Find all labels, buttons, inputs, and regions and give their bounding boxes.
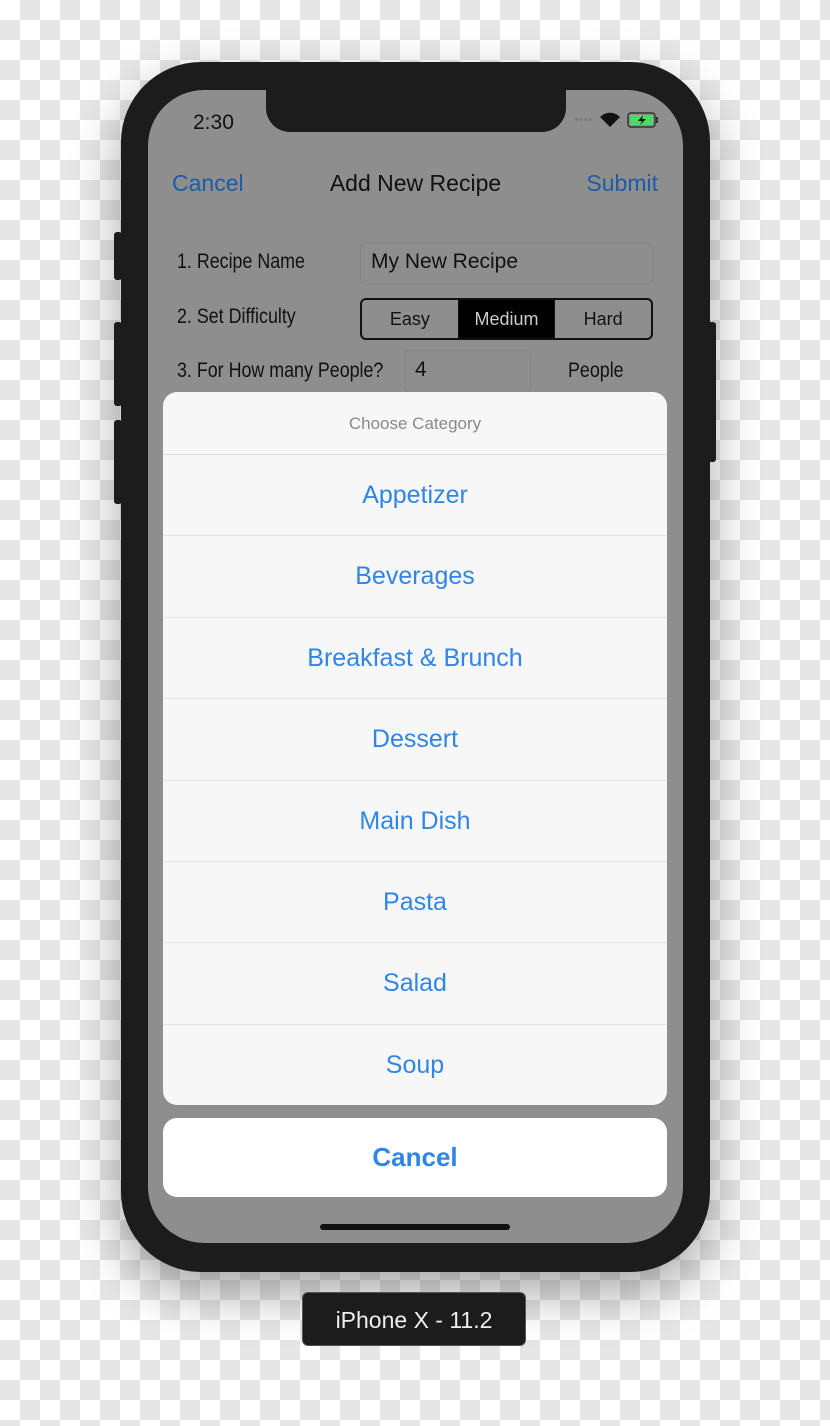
recipe-name-label: 1. Recipe Name [177,250,305,273]
power-button [708,322,716,462]
notch [266,90,566,132]
mute-switch [114,232,122,280]
category-option[interactable]: Pasta [163,862,667,944]
device-label: iPhone X - 11.2 [302,1292,526,1346]
people-input[interactable]: 4 [404,350,531,393]
action-sheet-title: Choose Category [163,392,667,455]
volume-up-button [114,322,122,406]
difficulty-segmented-control: Easy Medium Hard [360,298,653,340]
battery-charging-icon [627,112,658,128]
wifi-icon [600,112,620,127]
cancel-nav-button[interactable]: Cancel [172,170,244,197]
screen: 2:30 •••• Add New Recipe Cancel Submit 1… [148,90,683,1243]
home-indicator[interactable] [320,1224,510,1230]
category-option[interactable]: Breakfast & Brunch [163,618,667,700]
category-option[interactable]: Salad [163,943,667,1025]
signal-icon: •••• [574,114,593,126]
category-option[interactable]: Dessert [163,699,667,781]
people-unit-label: People [568,359,624,382]
navigation-bar: Add New Recipe Cancel Submit [148,170,683,210]
submit-button[interactable]: Submit [586,170,658,197]
segment-easy[interactable]: Easy [362,300,459,338]
category-option[interactable]: Main Dish [163,781,667,862]
people-label: 3. For How many People? [177,359,384,382]
status-time: 2:30 [193,111,234,134]
recipe-name-input[interactable]: My New Recipe [360,242,653,285]
difficulty-label: 2. Set Difficulty [177,305,296,328]
segment-hard[interactable]: Hard [555,300,651,338]
category-option[interactable]: Appetizer [163,455,667,537]
volume-down-button [114,420,122,504]
category-action-sheet: Choose Category Appetizer Beverages Brea… [163,392,667,1105]
status-icons: •••• [575,112,659,128]
action-sheet-cancel-button[interactable]: Cancel [163,1118,667,1197]
category-option[interactable]: Beverages [163,536,667,618]
segment-medium[interactable]: Medium [458,300,556,338]
category-option[interactable]: Soup [163,1025,667,1105]
